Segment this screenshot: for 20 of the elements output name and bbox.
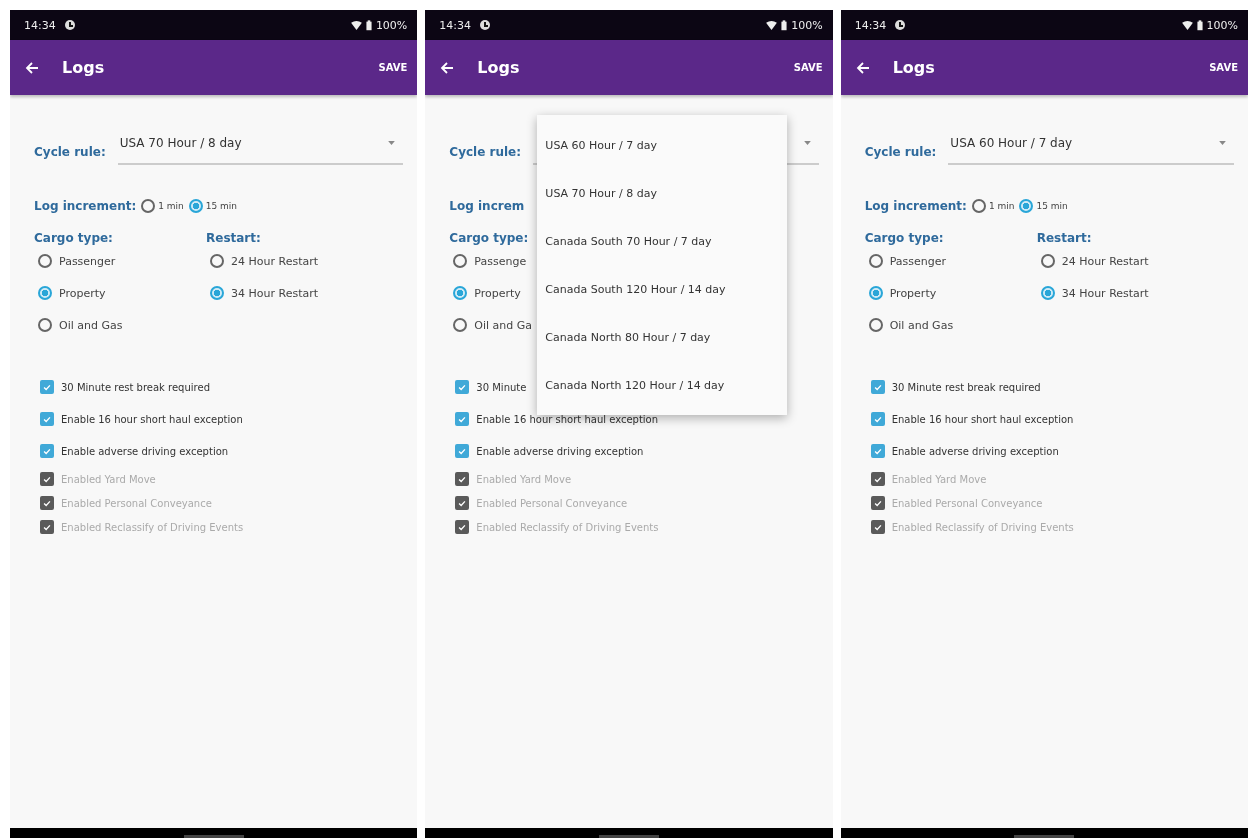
log-increment-label: Log increment: bbox=[864, 199, 967, 213]
cargo-type-label: Cargo type: bbox=[449, 231, 529, 245]
battery-percent: 100% bbox=[1206, 18, 1238, 32]
log-increment-label: Log increment: bbox=[34, 199, 137, 213]
status-time: 14:34 bbox=[24, 18, 56, 32]
screen-title: Logs bbox=[477, 58, 520, 77]
status-time: 14:34 bbox=[439, 18, 472, 32]
log-increment-label: Log increm bbox=[449, 199, 525, 213]
restart-label: Restart: bbox=[206, 231, 261, 245]
cargo-type-label: Cargo type: bbox=[34, 231, 113, 245]
restart-label: Restart: bbox=[1036, 231, 1092, 245]
battery-percent: 100% bbox=[375, 18, 408, 32]
cycle-rule-label: Cycle rule: bbox=[34, 145, 106, 159]
cycle-rule-label: Cycle rule: bbox=[864, 145, 937, 159]
status-time: 14:34 bbox=[854, 18, 887, 32]
screen-title: Logs bbox=[62, 58, 105, 77]
battery-percent: 100% bbox=[791, 18, 823, 32]
cycle-rule-label: Cycle rule: bbox=[449, 145, 521, 159]
cargo-type-label: Cargo type: bbox=[864, 231, 944, 245]
screen-title: Logs bbox=[892, 58, 935, 77]
